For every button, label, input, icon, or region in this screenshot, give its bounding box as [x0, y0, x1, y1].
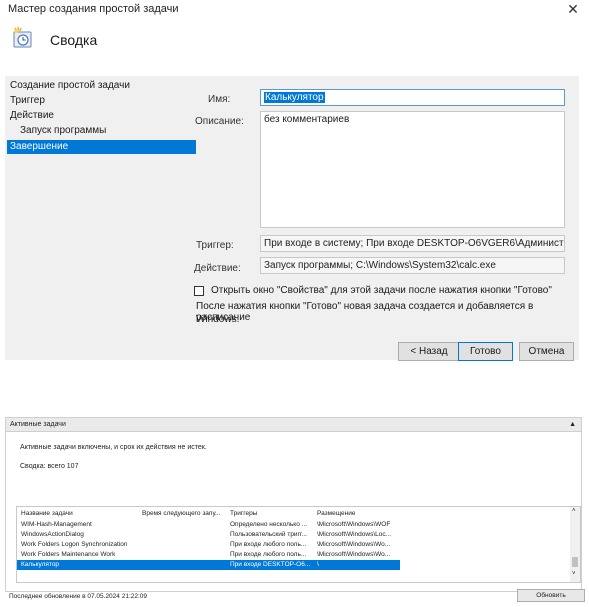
open-properties-label[interactable]: Открыть окно "Свойства" для этой задачи … [211, 285, 552, 296]
refresh-button[interactable]: Обновить [517, 589, 585, 602]
nav-finish[interactable]: Завершение [7, 140, 196, 154]
table-row[interactable]: WindowsActionDialog Пользовательский три… [17, 530, 568, 540]
finish-button[interactable]: Готово [458, 342, 513, 361]
trigger-field[interactable]: При входе в систему; При входе DESKTOP-O… [260, 235, 565, 252]
col-next-run[interactable]: Время следующего запу... [142, 510, 226, 517]
window-title: Мастер создания простой задачи [8, 3, 179, 15]
collapse-icon[interactable]: ▲ [569, 418, 576, 431]
open-properties-checkbox[interactable] [194, 286, 204, 296]
task-location: \Microsoft\Windows\Wo... [317, 551, 391, 558]
nav-run-program[interactable]: Запуск программы [20, 124, 106, 138]
task-triggers: Пользовательский тригг... [230, 531, 307, 538]
col-location[interactable]: Размещение [317, 510, 355, 517]
clock-wizard-icon [11, 26, 35, 50]
description-label: Описание: [195, 116, 244, 127]
active-tasks-title: Активные задачи [10, 421, 66, 428]
task-location: \Microsoft\Windows\WOF [317, 521, 391, 528]
task-name: Work Folders Maintenance Work [21, 551, 116, 558]
table-row[interactable]: WIM-Hash-Management Определено несколько… [17, 520, 568, 530]
active-tasks-panel: Активные задачи ▲ Активные задачи включе… [5, 412, 584, 607]
task-triggers: Определено несколько ... [230, 521, 308, 528]
action-field[interactable]: Запуск программы; C:\Windows\System32\ca… [260, 257, 565, 274]
back-button[interactable]: < Назад [398, 342, 460, 361]
active-tasks-info: Активные задачи включены, и срок их дейс… [20, 444, 207, 451]
cancel-button[interactable]: Отмена [519, 342, 574, 361]
finish-note-line2: Windows. [196, 314, 240, 325]
task-triggers: При входе DESKTOP-O6... [230, 561, 311, 568]
trigger-label: Триггер: [196, 240, 234, 251]
col-triggers[interactable]: Триггеры [230, 510, 257, 517]
task-location: \Microsoft\Windows\Wo... [317, 541, 391, 548]
nav-trigger[interactable]: Триггер [10, 94, 45, 108]
table-row[interactable]: Work Folders Maintenance Work При входе … [17, 550, 568, 560]
active-tasks-header[interactable]: Активные задачи ▲ [5, 417, 582, 432]
table-row[interactable]: Work Folders Logon Synchronization При в… [17, 540, 568, 550]
scroll-thumb[interactable] [572, 557, 578, 567]
task-name: WindowsActionDialog [21, 531, 84, 538]
scroll-down-icon[interactable]: ˅ [572, 571, 576, 577]
active-tasks-table[interactable]: Название задачи Время следующего запу...… [16, 506, 581, 583]
nav-create-task[interactable]: Создание простой задачи [10, 79, 130, 93]
scroll-up-icon[interactable]: ˄ [572, 508, 576, 514]
name-value: Калькулятор [264, 92, 325, 103]
action-label: Действие: [194, 263, 241, 274]
col-task-name[interactable]: Название задачи [21, 510, 73, 517]
last-update-text: Последнее обновление в 07.05.2024 21:22:… [9, 593, 148, 600]
table-scrollbar[interactable]: ˄ ˅ [570, 507, 580, 582]
table-row-selected[interactable]: Калькулятор При входе DESKTOP-O6... \ [17, 560, 400, 570]
name-field[interactable]: Калькулятор [260, 89, 565, 106]
task-name: Work Folders Logon Synchronization [21, 541, 128, 548]
task-location: \Microsoft\Windows\Loc... [317, 531, 392, 538]
task-triggers: При входе любого поль... [230, 541, 307, 548]
page-title: Сводка [50, 32, 98, 48]
task-name: Калькулятор [21, 561, 60, 568]
active-tasks-summary: Сводка: всего 107 [20, 463, 79, 470]
finish-note-line1: После нажатия кнопки "Готово" новая зада… [196, 301, 534, 323]
task-name: WIM-Hash-Management [21, 521, 92, 528]
close-icon[interactable]: ✕ [562, 0, 584, 18]
nav-action[interactable]: Действие [10, 109, 54, 123]
name-label: Имя: [208, 94, 231, 105]
wizard-body: Создание простой задачи Триггер Действие… [5, 76, 579, 361]
description-field[interactable]: без комментариев [260, 111, 565, 228]
task-location: \ [317, 561, 319, 568]
task-triggers: При входе любого поль... [230, 551, 307, 558]
active-tasks-content: Активные задачи включены, и срок их дейс… [5, 432, 582, 592]
